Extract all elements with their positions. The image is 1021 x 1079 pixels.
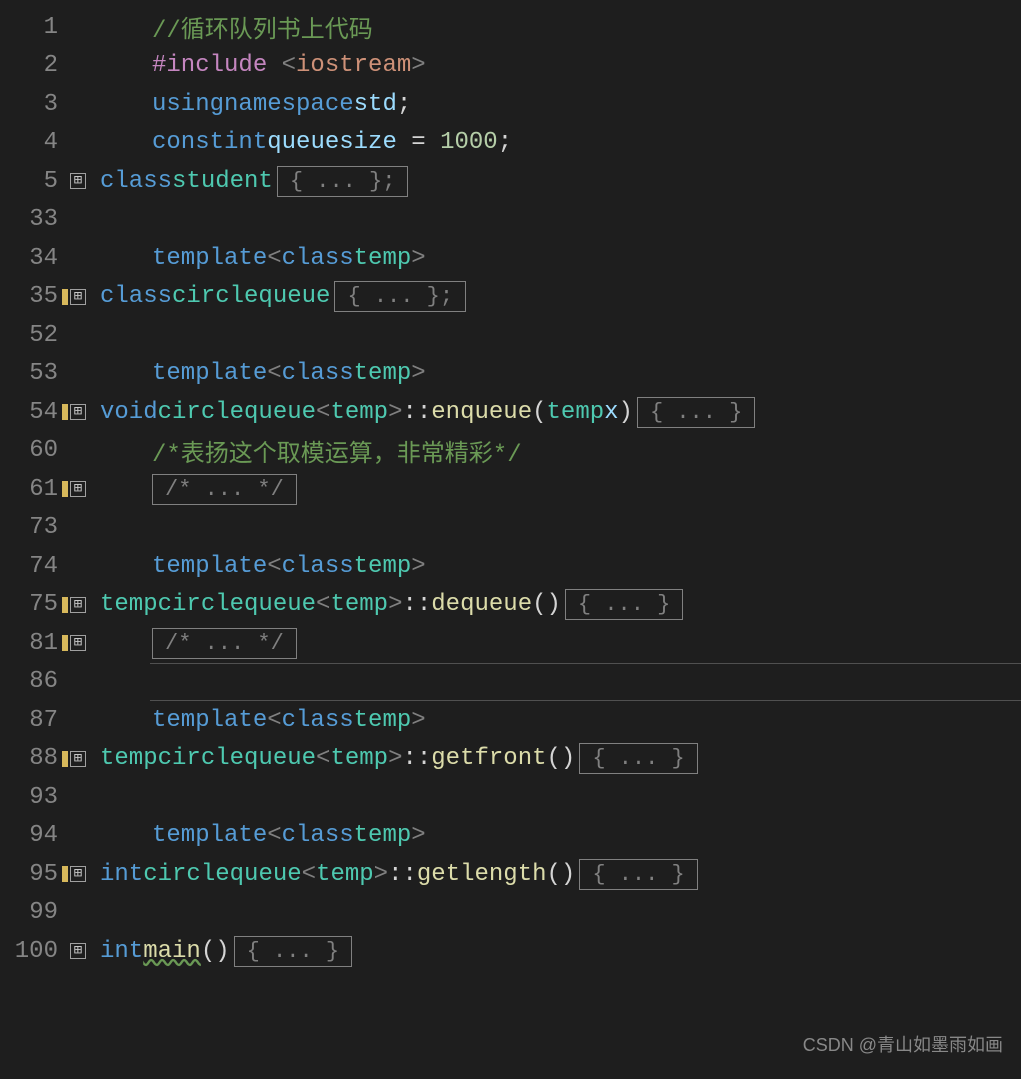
change-indicator: [62, 751, 68, 767]
code-line: 75 ⊞ temp circlequeue<temp>::dequeue(){ …: [0, 586, 1021, 625]
change-indicator: [62, 404, 68, 420]
code-line: 99: [0, 894, 1021, 933]
code-line: 87 template<class temp>: [0, 701, 1021, 740]
code-line: 94 template<class temp>: [0, 817, 1021, 856]
folded-region[interactable]: { ... }: [565, 589, 683, 620]
fold-expand-icon[interactable]: ⊞: [70, 481, 86, 497]
fold-expand-icon[interactable]: ⊞: [70, 289, 86, 305]
current-line-highlight: [150, 663, 1021, 702]
code-line-current: 86: [0, 663, 1021, 702]
change-indicator: [62, 289, 68, 305]
code-line: 5 ⊞ class student{ ... };: [0, 162, 1021, 201]
fold-expand-icon[interactable]: ⊞: [70, 635, 86, 651]
code-line: 93: [0, 778, 1021, 817]
code-line: 61 ⊞ /* ... */: [0, 470, 1021, 509]
code-line: 54 ⊞ void circlequeue<temp>::enqueue(tem…: [0, 393, 1021, 432]
change-indicator: [62, 866, 68, 882]
code-line: 1 //循环队列书上代码: [0, 8, 1021, 47]
code-line: 2 #include <iostream>: [0, 47, 1021, 86]
code-line: 100 ⊞ int main(){ ... }: [0, 932, 1021, 971]
code-content[interactable]: //循环队列书上代码: [100, 9, 1021, 45]
code-line: 74 template<class temp>: [0, 547, 1021, 586]
folded-region[interactable]: /* ... */: [152, 474, 297, 505]
code-line: 52: [0, 316, 1021, 355]
line-number: 1: [0, 14, 70, 41]
code-line: 33: [0, 201, 1021, 240]
code-line: 34 template<class temp>: [0, 239, 1021, 278]
line-number: 2: [0, 52, 70, 79]
change-indicator: [62, 597, 68, 613]
folded-region[interactable]: { ... };: [334, 281, 466, 312]
fold-expand-icon[interactable]: ⊞: [70, 866, 86, 882]
code-line: 60 /*表扬这个取模运算，非常精彩*/: [0, 432, 1021, 471]
folded-region[interactable]: { ... }: [234, 936, 352, 967]
folded-region[interactable]: { ... }: [579, 859, 697, 890]
folded-region[interactable]: { ... };: [277, 166, 409, 197]
change-indicator: [62, 481, 68, 497]
code-line: 4 const int queuesize = 1000;: [0, 124, 1021, 163]
fold-expand-icon[interactable]: ⊞: [70, 751, 86, 767]
code-line: 73: [0, 509, 1021, 548]
fold-expand-icon[interactable]: ⊞: [70, 173, 86, 189]
code-line: 81 ⊞ /* ... */: [0, 624, 1021, 663]
fold-expand-icon[interactable]: ⊞: [70, 597, 86, 613]
folded-region[interactable]: /* ... */: [152, 628, 297, 659]
code-editor[interactable]: 1 //循环队列书上代码 2 #include <iostream> 3 usi…: [0, 0, 1021, 971]
change-indicator: [62, 635, 68, 651]
code-line: 95 ⊞ int circlequeue<temp>::getlength(){…: [0, 855, 1021, 894]
watermark: CSDN @青山如墨雨如画: [803, 1031, 1003, 1057]
folded-region[interactable]: { ... }: [637, 397, 755, 428]
fold-expand-icon[interactable]: ⊞: [70, 404, 86, 420]
code-line: 3 using namespace std;: [0, 85, 1021, 124]
code-line: 88 ⊞ temp circlequeue<temp>::getfront(){…: [0, 740, 1021, 779]
folded-region[interactable]: { ... }: [579, 743, 697, 774]
fold-expand-icon[interactable]: ⊞: [70, 943, 86, 959]
code-line: 35 ⊞ class circlequeue{ ... };: [0, 278, 1021, 317]
code-line: 53 template<class temp>: [0, 355, 1021, 394]
